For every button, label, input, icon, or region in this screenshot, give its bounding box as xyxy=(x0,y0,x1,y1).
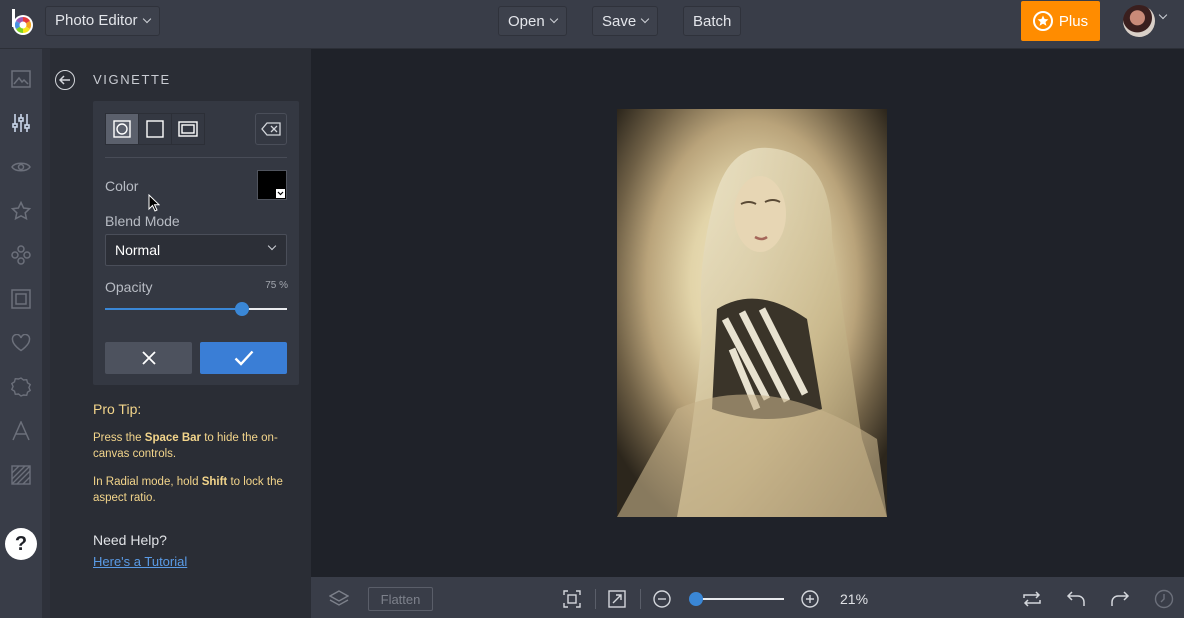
opacity-slider-track[interactable] xyxy=(105,308,287,310)
frame-vignette-icon xyxy=(178,121,198,137)
edited-photo[interactable] xyxy=(617,109,887,517)
plus-label: Plus xyxy=(1058,12,1089,30)
chevron-down-icon xyxy=(276,189,285,198)
undo-icon[interactable] xyxy=(1066,589,1086,609)
opacity-label: Opacity xyxy=(105,279,153,295)
zoom-out-icon[interactable] xyxy=(652,589,672,609)
photo-image xyxy=(617,109,887,517)
help-button[interactable]: ? xyxy=(5,528,37,560)
close-icon xyxy=(141,351,156,365)
flatten-label: Flatten xyxy=(380,591,421,607)
radial-vignette-icon xyxy=(113,120,131,138)
eraser-icon xyxy=(261,122,281,136)
square-vignette-icon xyxy=(146,120,164,138)
tutorial-link[interactable]: Here's a Tutorial xyxy=(93,554,187,569)
save-button[interactable]: Save xyxy=(592,6,659,36)
opacity-slider-handle[interactable] xyxy=(234,302,249,316)
erase-button[interactable] xyxy=(255,113,287,145)
zoom-level: 21% xyxy=(840,591,869,607)
star-icon[interactable] xyxy=(11,201,31,221)
open-label: Open xyxy=(508,12,545,30)
need-help-heading: Need Help? xyxy=(93,532,167,548)
frame-mode-button[interactable] xyxy=(171,113,205,145)
actual-size-icon[interactable] xyxy=(607,589,627,609)
history-icon[interactable] xyxy=(1154,589,1174,609)
chevron-down-icon xyxy=(640,14,650,24)
graphics-icon[interactable] xyxy=(11,245,31,265)
text-icon[interactable] xyxy=(11,421,31,441)
batch-label: Batch xyxy=(693,12,732,30)
redo-icon[interactable] xyxy=(1110,589,1130,609)
pro-tip-text: Press the Space Bar to hide the on-canva… xyxy=(93,432,278,460)
divider xyxy=(105,157,287,158)
heart-icon[interactable] xyxy=(11,333,31,353)
app-menu-label: Photo Editor xyxy=(55,12,138,29)
color-label: Color xyxy=(105,178,139,194)
plus-upgrade-button[interactable]: Plus xyxy=(1021,1,1100,41)
rectangle-mode-button[interactable] xyxy=(138,113,172,145)
badge-icon[interactable] xyxy=(11,377,31,397)
radial-mode-button[interactable] xyxy=(105,113,139,145)
panel-title: VIGNETTE xyxy=(93,72,171,87)
pro-tip-title: Pro Tip: xyxy=(93,401,142,417)
adjust-sliders-icon[interactable] xyxy=(11,113,31,133)
befunky-logo-icon[interactable] xyxy=(7,8,35,36)
chevron-down-icon xyxy=(549,14,558,24)
mouse-cursor-icon xyxy=(148,194,160,212)
help-label: ? xyxy=(14,532,28,555)
zoom-slider-track[interactable] xyxy=(695,598,784,600)
toolbar-divider xyxy=(640,589,641,609)
eye-icon[interactable] xyxy=(11,157,31,177)
panel-background xyxy=(50,49,82,618)
user-avatar[interactable] xyxy=(1123,5,1155,37)
zoom-slider-handle[interactable] xyxy=(689,592,703,606)
blend-mode-select[interactable]: Normal xyxy=(105,234,287,266)
top-bar: Photo Editor Open Save Batch Plus xyxy=(0,0,1184,49)
batch-button[interactable]: Batch xyxy=(683,6,742,36)
image-icon[interactable] xyxy=(11,69,31,89)
opacity-slider-fill xyxy=(105,308,242,310)
open-button[interactable]: Open xyxy=(498,6,567,36)
toolbar-divider xyxy=(595,589,596,609)
sidebar-divider xyxy=(42,49,50,618)
back-button[interactable] xyxy=(55,70,75,90)
zoom-in-icon[interactable] xyxy=(800,589,820,609)
chevron-down-icon[interactable] xyxy=(1158,10,1168,20)
color-swatch[interactable] xyxy=(257,170,287,200)
layers-icon[interactable] xyxy=(329,589,349,609)
save-label: Save xyxy=(602,12,637,30)
fit-to-screen-icon[interactable] xyxy=(562,589,582,609)
flatten-button[interactable]: Flatten xyxy=(368,587,433,611)
opacity-value: 75 % xyxy=(265,280,288,291)
chevron-down-icon xyxy=(267,241,277,251)
pro-tip-text: In Radial mode, hold Shift to lock the a… xyxy=(93,476,283,504)
app-menu-dropdown[interactable]: Photo Editor xyxy=(45,6,160,36)
chevron-down-icon xyxy=(142,14,151,24)
checkmark-icon xyxy=(234,350,253,366)
arrow-left-icon xyxy=(59,75,70,85)
apply-button[interactable] xyxy=(200,342,287,374)
compare-icon[interactable] xyxy=(1022,589,1042,609)
cancel-button[interactable] xyxy=(105,342,192,374)
blend-mode-value: Normal xyxy=(115,242,161,258)
blend-mode-label: Blend Mode xyxy=(105,213,180,229)
frame-icon[interactable] xyxy=(11,289,31,309)
star-icon xyxy=(1032,11,1053,31)
texture-icon[interactable] xyxy=(11,465,31,485)
